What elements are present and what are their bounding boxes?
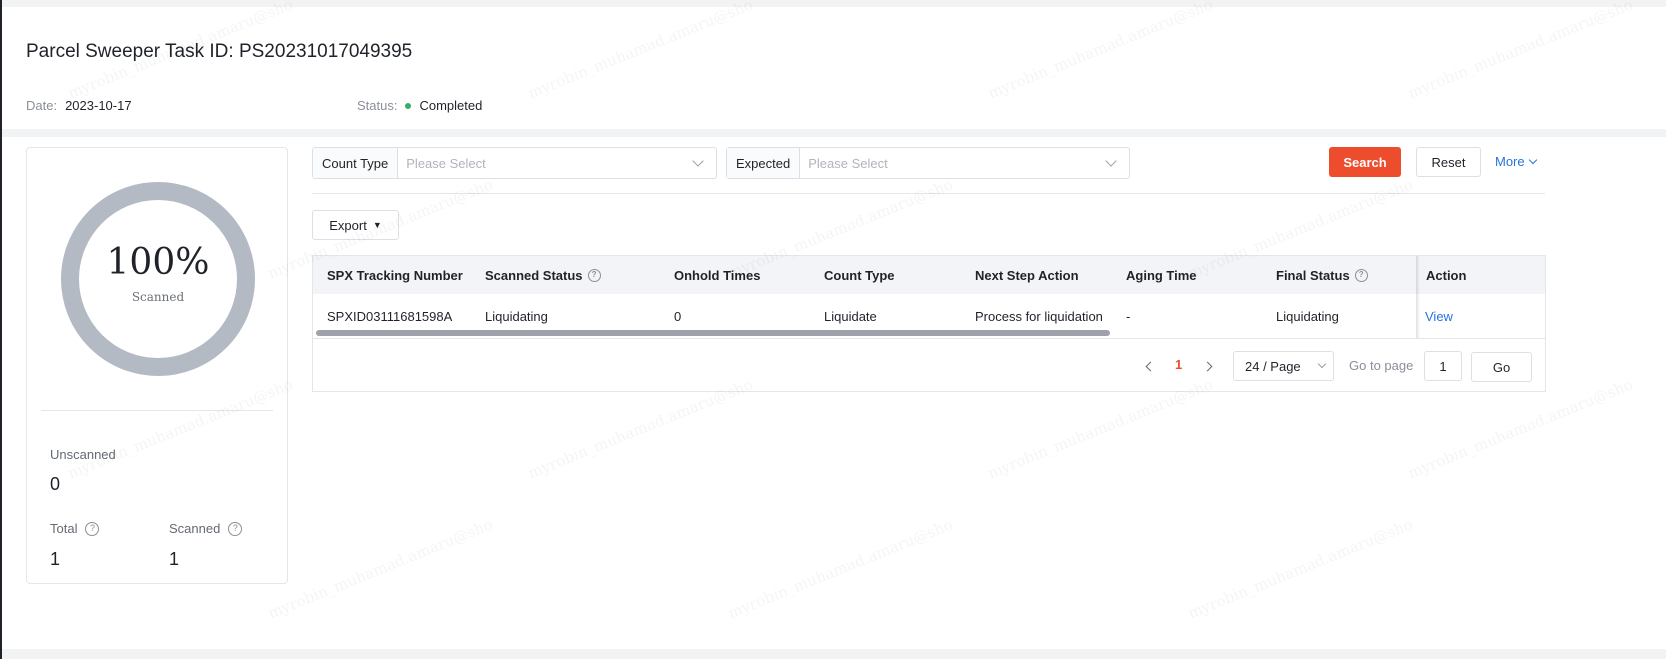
status-value: Completed bbox=[419, 98, 483, 113]
fixed-column-shadow bbox=[1416, 256, 1420, 338]
total-label-text: Total bbox=[50, 521, 78, 536]
date-value: 2023-10-17 bbox=[65, 98, 132, 113]
expected-filter[interactable]: Expected Please Select bbox=[726, 147, 1130, 179]
cell-aging-time: - bbox=[1126, 308, 1131, 324]
scanned-percent-label: Scanned bbox=[131, 290, 185, 304]
current-page[interactable]: 1 bbox=[1175, 357, 1182, 372]
col-onhold-times[interactable]: Onhold Times bbox=[674, 256, 760, 294]
chevron-down-icon bbox=[692, 155, 704, 167]
count-type-select[interactable]: Please Select bbox=[398, 148, 716, 178]
cell-final-status: Liquidating bbox=[1276, 308, 1339, 324]
col-next-step-action[interactable]: Next Step Action bbox=[975, 256, 1079, 294]
page-title: Parcel Sweeper Task ID: PS20231017049395 bbox=[26, 41, 413, 62]
filter-divider bbox=[312, 193, 1545, 194]
expected-placeholder: Please Select bbox=[808, 155, 888, 171]
expected-select[interactable]: Please Select bbox=[800, 148, 1129, 178]
summary-divider bbox=[41, 410, 273, 411]
status-dot-icon bbox=[405, 102, 412, 109]
scanned-status-help-icon[interactable]: ? bbox=[587, 268, 601, 282]
col-final-status-text: Final Status bbox=[1276, 267, 1350, 283]
task-header: Parcel Sweeper Task ID: PS20231017049395… bbox=[2, 7, 1666, 129]
search-button[interactable]: Search bbox=[1329, 147, 1401, 177]
scanned-value: 1 bbox=[169, 549, 180, 569]
task-status: Status: Completed bbox=[357, 98, 482, 113]
row-divider bbox=[313, 338, 1545, 339]
scanned-help-icon[interactable]: ? bbox=[228, 521, 243, 536]
scan-summary-panel: 100% Scanned Unscanned 0 Total ? 1 Scann… bbox=[26, 147, 288, 584]
scanned-label: Scanned ? bbox=[169, 521, 243, 536]
scanned-label-text: Scanned bbox=[169, 521, 221, 536]
unscanned-label: Unscanned bbox=[50, 447, 116, 462]
status-label: Status: bbox=[357, 98, 398, 113]
prev-page-icon[interactable] bbox=[1145, 361, 1156, 372]
view-link[interactable]: View bbox=[1425, 294, 1453, 338]
page-size-select[interactable]: 24 / Page bbox=[1233, 351, 1334, 381]
count-type-label: Count Type bbox=[313, 148, 399, 178]
col-scanned-status[interactable]: Scanned Status ? bbox=[485, 256, 601, 294]
count-type-filter[interactable]: Count Type Please Select bbox=[312, 147, 717, 179]
col-aging-time[interactable]: Aging Time bbox=[1126, 256, 1197, 294]
export-label: Export bbox=[329, 217, 367, 233]
chevron-down-icon bbox=[1528, 155, 1537, 165]
count-type-placeholder: Please Select bbox=[406, 155, 486, 171]
total-help-icon[interactable]: ? bbox=[85, 521, 100, 536]
more-filters-toggle[interactable]: More bbox=[1495, 154, 1537, 169]
date-label: Date: bbox=[26, 98, 58, 113]
export-button[interactable]: Export ▼ bbox=[312, 210, 399, 240]
chevron-down-icon bbox=[1317, 359, 1327, 369]
final-status-help-icon[interactable]: ? bbox=[1354, 268, 1368, 282]
expected-label: Expected bbox=[727, 148, 801, 178]
col-action: Action bbox=[1426, 267, 1467, 283]
total-label: Total ? bbox=[50, 521, 100, 536]
scanned-percent: 100% bbox=[106, 242, 210, 283]
reset-button[interactable]: Reset bbox=[1416, 147, 1481, 177]
col-final-status[interactable]: Final Status ? bbox=[1276, 256, 1368, 294]
more-label: More bbox=[1495, 154, 1525, 169]
col-scanned-status-text: Scanned Status bbox=[485, 267, 583, 283]
next-page-icon[interactable] bbox=[1202, 361, 1213, 372]
results-table: SPX Tracking Number Scanned Status ? Onh… bbox=[312, 255, 1546, 392]
scan-progress-ring: 100% Scanned bbox=[59, 180, 257, 378]
unscanned-label-text: Unscanned bbox=[50, 447, 116, 462]
table-horizontal-scrollbar[interactable] bbox=[316, 330, 1110, 336]
task-body: 100% Scanned Unscanned 0 Total ? 1 Scann… bbox=[2, 137, 1666, 649]
goto-page-input[interactable]: 1 bbox=[1424, 351, 1462, 381]
go-button[interactable]: Go bbox=[1471, 352, 1532, 382]
col-tracking-number[interactable]: SPX Tracking Number bbox=[327, 256, 463, 294]
unscanned-value: 0 bbox=[50, 474, 61, 494]
total-value: 1 bbox=[50, 549, 61, 569]
col-count-type[interactable]: Count Type bbox=[824, 256, 895, 294]
task-date: Date: 2023-10-17 bbox=[26, 98, 132, 113]
chevron-down-icon bbox=[1105, 155, 1117, 167]
goto-page-label: Go to page bbox=[1349, 358, 1414, 373]
caret-down-icon: ▼ bbox=[372, 220, 382, 230]
page-size-value: 24 / Page bbox=[1245, 358, 1301, 374]
